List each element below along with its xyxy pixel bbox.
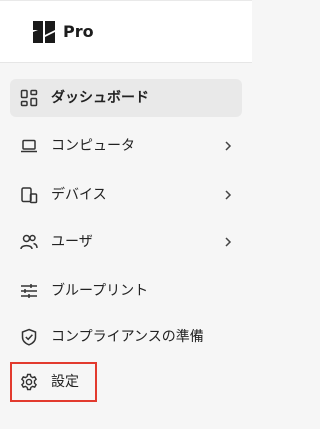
grid-icon bbox=[20, 89, 38, 107]
sidebar-item-label: ブループリント bbox=[51, 283, 149, 299]
chevron-right-icon[interactable] bbox=[224, 189, 232, 201]
sidebar-nav: ダッシュボード コンピュータ デバイス ユーザ ブループリント コンプライアンス… bbox=[0, 0, 252, 429]
chevron-right-icon[interactable] bbox=[224, 140, 232, 152]
sidebar-item-compliance[interactable]: コンプライアンスの準備 bbox=[10, 318, 242, 356]
sidebar-item-devices[interactable]: デバイス bbox=[10, 176, 242, 214]
devices-icon bbox=[21, 187, 38, 204]
laptop-icon bbox=[21, 139, 37, 153]
sidebar-item-label: コンプライアンスの準備 bbox=[51, 329, 204, 345]
users-icon bbox=[20, 234, 38, 250]
sidebar-item-computers[interactable]: コンピュータ bbox=[10, 127, 242, 165]
sidebar-item-label: デバイス bbox=[51, 187, 107, 203]
sidebar-item-dashboard[interactable]: ダッシュボード bbox=[10, 79, 242, 117]
sidebar-item-users[interactable]: ユーザ bbox=[10, 223, 242, 261]
sidebar-item-blueprints[interactable]: ブループリント bbox=[10, 272, 242, 310]
sidebar-item-label: コンピュータ bbox=[51, 138, 135, 154]
sidebar-item-label: ユーザ bbox=[51, 234, 93, 250]
sidebar-item-label: ダッシュボード bbox=[51, 90, 149, 106]
sliders-icon bbox=[21, 284, 37, 298]
chevron-right-icon[interactable] bbox=[224, 236, 232, 248]
settings-highlight-box bbox=[10, 362, 97, 402]
shield-check-icon bbox=[21, 328, 37, 346]
